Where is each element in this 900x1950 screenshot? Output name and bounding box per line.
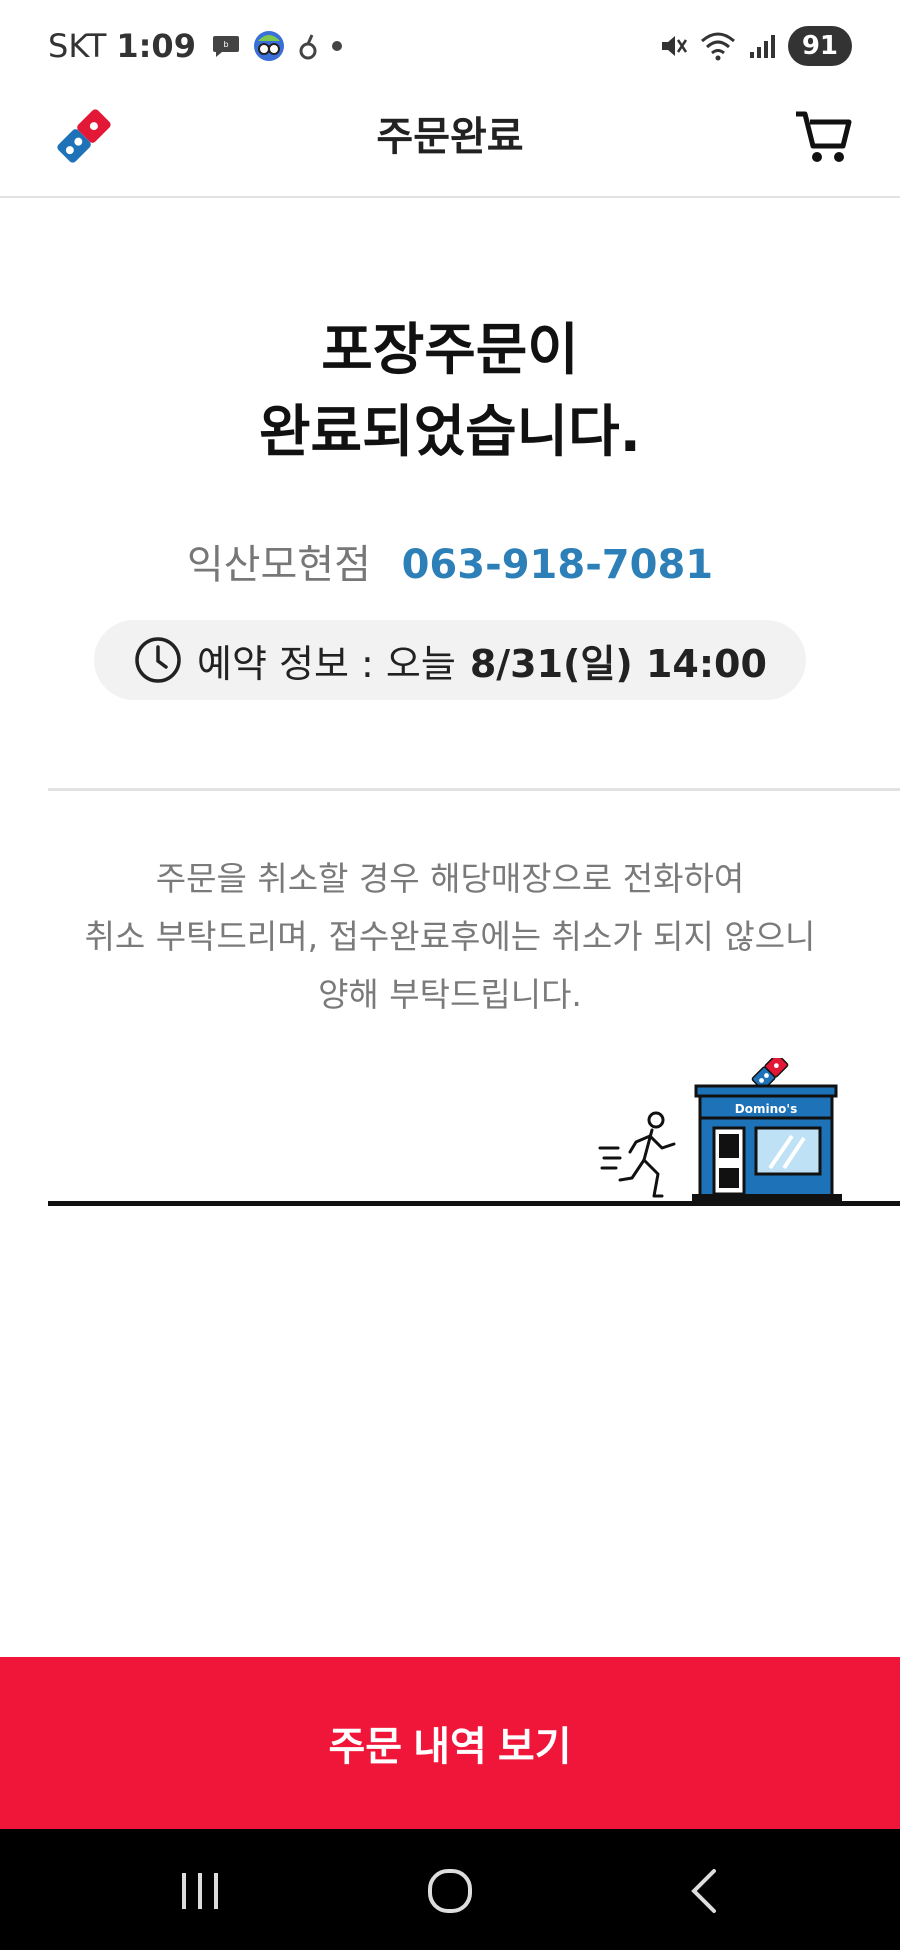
mute-icon bbox=[661, 36, 687, 56]
notice-line-2: 취소 부탁드리며, 접수완료후에는 취소가 되지 않으니 bbox=[84, 917, 816, 956]
back-icon[interactable] bbox=[676, 1865, 736, 1917]
more-notifications-dot-icon bbox=[331, 41, 342, 51]
order-history-button[interactable]: 주문 내역 보기 bbox=[0, 1657, 900, 1829]
order-complete-headline: 포장주문이 완료되었습니다. bbox=[0, 310, 900, 474]
reservation-datetime: 8/31(일) 14:00 bbox=[469, 641, 767, 686]
blog-chat-icon: b bbox=[212, 36, 239, 57]
carrier-label: SKT bbox=[48, 27, 107, 65]
wifi-icon bbox=[700, 32, 735, 61]
notice-line-3: 양해 부탁드립니다. bbox=[318, 975, 582, 1014]
notice-line-1: 주문을 취소할 경우 해당매장으로 전화하여 bbox=[155, 859, 745, 898]
recent-apps-icon[interactable] bbox=[170, 1865, 230, 1917]
cancellation-notice: 주문을 취소할 경우 해당매장으로 전화하여 취소 부탁드리며, 접수완료후에는… bbox=[40, 850, 860, 1024]
store-phone-link[interactable]: 063-918-7081 bbox=[402, 542, 714, 588]
app-header: 주문완료 bbox=[0, 90, 900, 198]
clock-icon bbox=[135, 637, 181, 683]
app-notification-icon bbox=[299, 34, 317, 60]
system-nav-bar bbox=[0, 1829, 900, 1950]
section-divider bbox=[48, 788, 900, 791]
home-icon[interactable] bbox=[420, 1865, 480, 1917]
headline-line-1: 포장주문이 bbox=[321, 318, 579, 383]
page-title: 주문완료 bbox=[376, 114, 524, 160]
notification-icons: b bbox=[212, 29, 344, 63]
svg-text:b: b bbox=[223, 40, 228, 49]
dominos-store-illustration: Domino's bbox=[692, 1058, 842, 1202]
reservation-info-pill: 예약 정보 : 오늘 8/31(일) 14:00 bbox=[94, 620, 806, 700]
status-bar: SKT 1:09 b 91 bbox=[0, 0, 900, 90]
store-sign-text: Domino's bbox=[735, 1102, 797, 1116]
battery-level: 91 bbox=[787, 26, 852, 66]
reservation-label: 예약 정보 : 오늘 bbox=[197, 641, 456, 686]
store-info: 익산모현점 063-918-7081 bbox=[0, 532, 900, 590]
status-right: 91 bbox=[658, 24, 852, 68]
headline-line-2: 완료되었습니다. bbox=[259, 400, 641, 465]
store-name: 익산모현점 bbox=[186, 542, 371, 588]
cart-icon[interactable] bbox=[794, 108, 852, 166]
character-app-icon bbox=[253, 31, 284, 61]
clock-time: 1:09 bbox=[116, 27, 196, 65]
ground-line bbox=[48, 1201, 900, 1206]
signal-icon bbox=[749, 35, 775, 58]
running-person-icon bbox=[598, 1111, 676, 1198]
status-left: SKT 1:09 b bbox=[48, 24, 344, 68]
